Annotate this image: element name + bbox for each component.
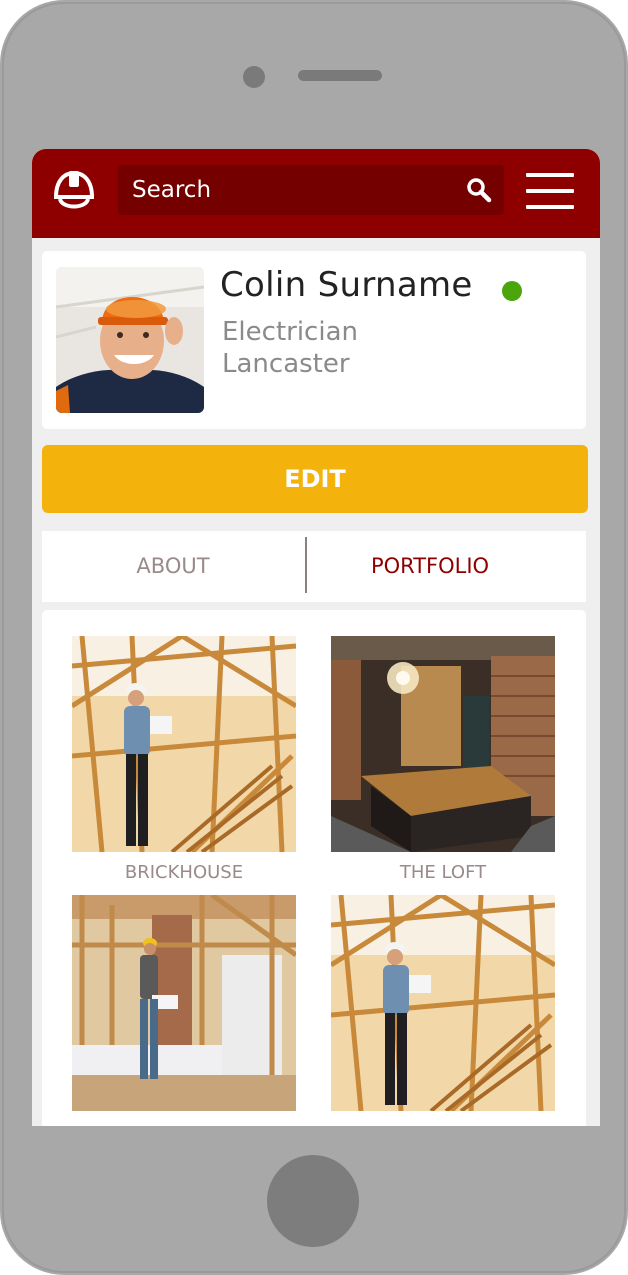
app-header: Search bbox=[32, 149, 600, 238]
online-status-indicator bbox=[502, 281, 522, 301]
profile-location: Lancaster bbox=[222, 349, 350, 379]
profile-tabs: ABOUT PORTFOLIO bbox=[42, 531, 586, 602]
profile-card: Colin Surname Electrician Lancaster bbox=[42, 251, 586, 429]
tab-portfolio[interactable]: PORTFOLIO bbox=[308, 531, 552, 602]
hardhat-icon[interactable] bbox=[52, 167, 96, 213]
hamburger-menu-icon[interactable] bbox=[526, 171, 574, 211]
portfolio-image-brickhouse[interactable] bbox=[72, 636, 296, 852]
edit-button[interactable]: EDIT bbox=[42, 445, 588, 513]
avatar bbox=[56, 267, 204, 413]
phone-frame: Search Colin Surname Electrician Lancast… bbox=[0, 0, 628, 1275]
tab-divider bbox=[305, 537, 307, 593]
home-button[interactable] bbox=[267, 1155, 359, 1247]
portfolio-image-4[interactable] bbox=[331, 895, 555, 1111]
portfolio-image-3[interactable] bbox=[72, 895, 296, 1111]
front-camera bbox=[243, 66, 265, 88]
search-bar[interactable]: Search bbox=[118, 165, 504, 215]
portfolio-image-the-loft[interactable] bbox=[331, 636, 555, 852]
profile-trade: Electrician bbox=[222, 317, 358, 347]
search-input[interactable]: Search bbox=[132, 177, 211, 203]
tab-about[interactable]: ABOUT bbox=[42, 531, 304, 602]
search-icon[interactable] bbox=[466, 177, 492, 203]
portfolio-caption-the-loft: THE LOFT bbox=[399, 862, 487, 883]
earpiece-speaker bbox=[298, 70, 382, 81]
app-screen: Search Colin Surname Electrician Lancast… bbox=[32, 149, 600, 1126]
portfolio-caption-brickhouse: BRICKHOUSE bbox=[124, 862, 244, 883]
profile-name: Colin Surname bbox=[220, 265, 473, 305]
portfolio-grid: BRICKHOUSE THE LOFT bbox=[42, 610, 586, 1126]
